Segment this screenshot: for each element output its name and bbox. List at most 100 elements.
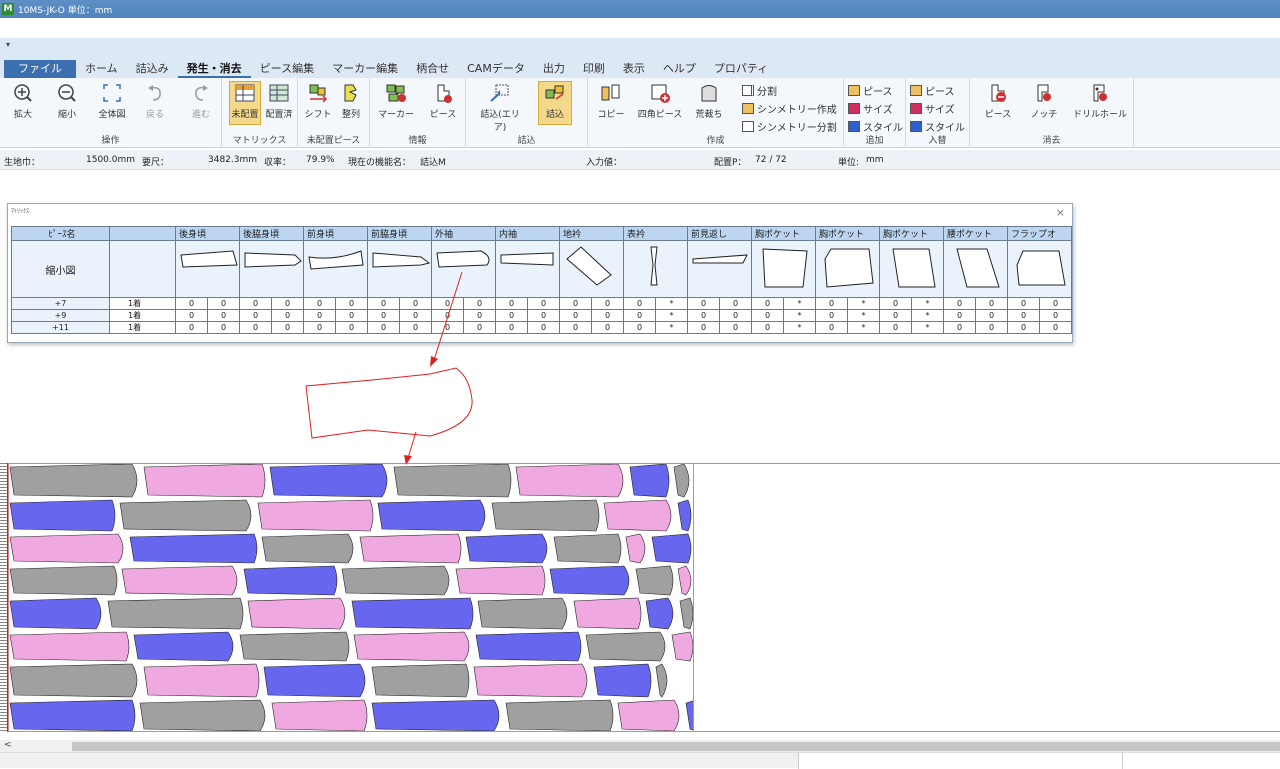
marker-piece[interactable]	[9, 533, 124, 564]
piece-thumbnail[interactable]	[303, 240, 368, 298]
marker-piece[interactable]	[617, 699, 680, 732]
marker-piece[interactable]	[269, 463, 388, 498]
marker-piece[interactable]	[341, 565, 450, 596]
count-cell[interactable]: 0	[431, 309, 464, 322]
pack-button[interactable]: 詰込	[538, 81, 572, 125]
marker-piece[interactable]	[351, 597, 474, 630]
count-cell[interactable]: 0	[463, 321, 496, 334]
marker-piece[interactable]	[573, 597, 642, 630]
marker-piece[interactable]	[477, 597, 568, 630]
count-cell[interactable]: *	[655, 321, 688, 334]
marker-piece[interactable]	[9, 597, 102, 630]
piece-thumbnail[interactable]	[431, 240, 496, 298]
marker-piece[interactable]	[603, 499, 672, 532]
count-cell[interactable]: 0	[815, 321, 848, 334]
marker-piece[interactable]	[645, 597, 674, 630]
count-cell[interactable]: 0	[879, 309, 912, 322]
count-cell[interactable]: 0	[463, 297, 496, 310]
marker-piece[interactable]	[371, 663, 470, 698]
count-cell[interactable]: 0	[335, 321, 368, 334]
size-cell[interactable]: +7	[11, 297, 110, 310]
marker-piece[interactable]	[473, 663, 588, 698]
marker-piece[interactable]	[679, 597, 694, 630]
undo-button[interactable]: 戻る	[143, 82, 167, 120]
count-cell[interactable]: 0	[879, 321, 912, 334]
count-cell[interactable]: 0	[367, 297, 400, 310]
count-cell[interactable]: 0	[367, 309, 400, 322]
count-cell[interactable]: 0	[399, 309, 432, 322]
marker-piece[interactable]	[243, 565, 338, 596]
marker-piece[interactable]	[625, 533, 646, 564]
matrix-header-piece[interactable]: 後身頃	[175, 226, 240, 241]
marker-piece[interactable]	[133, 631, 234, 662]
marker-piece[interactable]	[671, 631, 694, 662]
tab-5[interactable]: マーカー編集	[323, 60, 407, 78]
tab-0[interactable]: ファイル	[4, 60, 76, 78]
qat-dropdown-icon[interactable]: ▾	[6, 40, 10, 49]
tab-4[interactable]: ピース編集	[251, 60, 323, 78]
marker-piece[interactable]	[129, 533, 258, 564]
matrix-header-piece[interactable]: 前脇身頃	[367, 226, 432, 241]
pack-area-button[interactable]: 詰込(エリア)	[476, 82, 524, 133]
count-cell[interactable]: 0	[1039, 309, 1072, 322]
matrix-header-piece[interactable]: フラップオ	[1007, 226, 1072, 241]
split-button[interactable]: 分割	[742, 83, 777, 98]
count-cell[interactable]: 0	[751, 321, 784, 334]
marker-piece[interactable]	[455, 565, 546, 596]
count-cell[interactable]: 0	[623, 309, 656, 322]
count-cell[interactable]: 0	[175, 321, 208, 334]
count-cell[interactable]: 0	[271, 297, 304, 310]
count-cell[interactable]: 0	[271, 309, 304, 322]
tab-1[interactable]: ホーム	[76, 60, 127, 78]
marker-piece[interactable]	[263, 663, 366, 698]
matrix-header-piece[interactable]: 胸ポケット	[751, 226, 816, 241]
count-cell[interactable]: 0	[687, 321, 720, 334]
count-cell[interactable]: 0	[1007, 297, 1040, 310]
marker-piece[interactable]	[505, 699, 614, 732]
count-cell[interactable]: 0	[431, 321, 464, 334]
align-button[interactable]: 整列	[338, 82, 364, 120]
count-cell[interactable]: 0	[335, 297, 368, 310]
count-cell[interactable]: 0	[1039, 297, 1072, 310]
marker-piece[interactable]	[677, 565, 692, 596]
count-cell[interactable]: 0	[239, 297, 272, 310]
count-cell[interactable]: 0	[303, 309, 336, 322]
marker-piece[interactable]	[553, 533, 622, 564]
count-cell[interactable]: 0	[559, 321, 592, 334]
count-cell[interactable]: 0	[815, 297, 848, 310]
count-cell[interactable]: 0	[527, 297, 560, 310]
tab-11[interactable]: ヘルプ	[654, 60, 705, 78]
swap-piece-button[interactable]: ピース	[910, 83, 955, 98]
marker-piece[interactable]	[585, 631, 666, 662]
scrollbar-thumb[interactable]	[72, 742, 1280, 751]
count-cell[interactable]: *	[783, 321, 816, 334]
count-cell[interactable]: *	[911, 309, 944, 322]
count-cell[interactable]: *	[847, 309, 880, 322]
marker-piece[interactable]	[353, 631, 470, 662]
placed-button[interactable]: 配置済	[264, 82, 294, 120]
close-icon[interactable]: ×	[1056, 206, 1065, 219]
fit-all-button[interactable]: 全体図	[95, 82, 129, 120]
count-cell[interactable]: 0	[1007, 321, 1040, 334]
count-cell[interactable]: 0	[207, 297, 240, 310]
count-cell[interactable]: 0	[943, 297, 976, 310]
matrix-header-piece[interactable]: 外袖	[431, 226, 496, 241]
marker-piece[interactable]	[239, 631, 350, 662]
marker-piece[interactable]	[549, 565, 630, 596]
count-cell[interactable]: 0	[719, 309, 752, 322]
count-cell[interactable]: 0	[1007, 309, 1040, 322]
symmetry-split-button[interactable]: シンメトリー分割	[742, 119, 837, 134]
marker-piece[interactable]	[121, 565, 238, 596]
rect-piece-button[interactable]: 四角ピース	[634, 82, 686, 120]
piece-thumbnail[interactable]	[239, 240, 304, 298]
count-cell[interactable]: *	[783, 297, 816, 310]
count-cell[interactable]: 0	[175, 297, 208, 310]
marker-piece[interactable]	[673, 463, 690, 498]
marker-piece[interactable]	[371, 699, 500, 732]
matrix-header-piece[interactable]: 後脇身頃	[239, 226, 304, 241]
marker-piece[interactable]	[377, 499, 486, 532]
piece-thumbnail[interactable]	[559, 240, 624, 298]
count-cell[interactable]: 0	[527, 321, 560, 334]
symmetry-create-button[interactable]: シンメトリー作成	[742, 101, 837, 116]
count-cell[interactable]: 0	[399, 297, 432, 310]
